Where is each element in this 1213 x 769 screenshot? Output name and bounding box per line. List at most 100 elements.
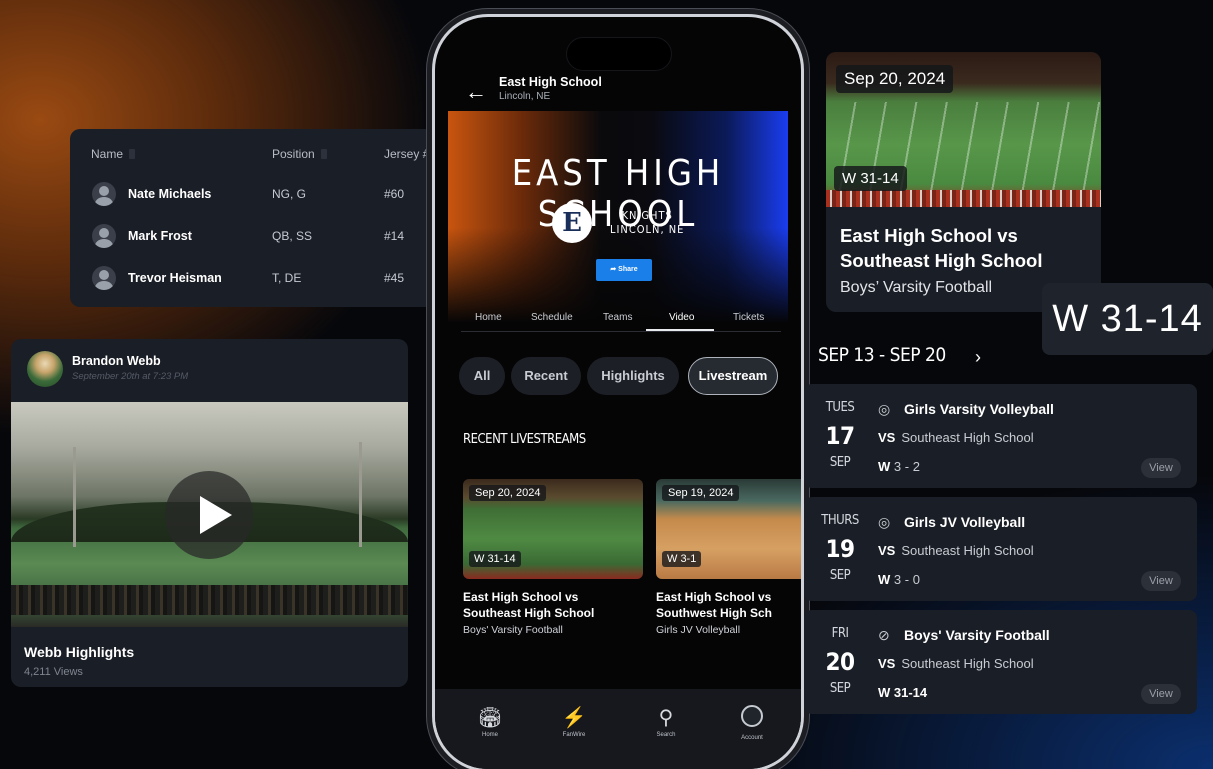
game-day: 17	[825, 422, 855, 450]
table-row[interactable]: Nate Michaels NG, G #60	[70, 175, 450, 217]
crowd	[11, 585, 408, 615]
avatar	[92, 266, 116, 290]
filter-livestream[interactable]: Livestream	[688, 357, 778, 395]
binoculars-icon: ⚲	[658, 707, 674, 729]
column-header-jersey[interactable]: Jersey #	[384, 147, 429, 161]
game-weekday: FRI	[831, 626, 849, 641]
dynamic-island	[566, 37, 672, 71]
football-icon: ⊘	[878, 627, 890, 643]
roster-table: Name Position Jersey # Nate Michaels NG,…	[70, 129, 450, 307]
game-title: Girls JV Volleyball	[904, 514, 1026, 530]
player-name: Mark Frost	[128, 229, 192, 243]
tab-schedule[interactable]: Schedule	[531, 312, 573, 323]
school-tabs: Home Schedule Teams Video Tickets	[461, 312, 781, 332]
player-position: T, DE	[272, 271, 302, 285]
play-icon[interactable]	[165, 471, 253, 559]
mascot-label: KNIGHTS LINCOLN, NE	[610, 209, 685, 236]
light-pole	[73, 447, 76, 547]
table-row[interactable]: Mark Frost QB, SS #14	[70, 217, 450, 259]
avatar	[92, 224, 116, 248]
livestream-thumbnail: Sep 20, 2024 W 31-14	[463, 479, 643, 579]
player-jersey: #45	[384, 271, 405, 285]
date-range: SEP 13 - SEP 20	[818, 344, 946, 366]
livestream-score: W 31-14	[469, 551, 521, 567]
tab-video[interactable]: Video	[669, 312, 694, 323]
section-title: RECENT LIVESTREAMS	[463, 432, 586, 447]
livestream-title: East High School vs Southeast High Schoo…	[463, 590, 595, 620]
game-day: 20	[825, 648, 855, 676]
featured-title: East High School vs Southeast High Schoo…	[840, 225, 1043, 271]
game-result: W 31-14	[878, 685, 928, 700]
view-button[interactable]: View	[1141, 684, 1181, 704]
nav-search[interactable]: ⚲ Search	[641, 705, 691, 738]
livestream-card[interactable]: Sep 19, 2024 W 3-1 East High School vs S…	[656, 479, 801, 636]
school-name: East High School	[499, 75, 602, 89]
account-icon	[741, 705, 763, 727]
volleyball-icon: ◎	[878, 401, 891, 417]
featured-game-card[interactable]: Sep 20, 2024 W 31-14 East High School vs…	[826, 52, 1101, 312]
game-month: SEP	[829, 455, 851, 470]
player-jersey: #60	[384, 187, 405, 201]
view-button[interactable]: View	[1141, 458, 1181, 478]
tab-tickets[interactable]: Tickets	[733, 312, 764, 323]
post-title[interactable]: Webb Highlights	[24, 644, 134, 660]
active-tab-indicator	[646, 329, 714, 331]
post-author[interactable]: Brandon Webb	[72, 354, 161, 368]
game-opponent: VS Southeast High School	[878, 430, 1034, 445]
game-title: Boys' Varsity Football	[904, 627, 1050, 643]
bottom-nav: 🏟 Home ⚡ FanWire ⚲ Search Account	[435, 689, 801, 769]
filter-recent[interactable]: Recent	[511, 357, 581, 395]
sort-icon	[129, 149, 136, 159]
school-banner: EAST HIGH SCHOOL E KNIGHTS LINCOLN, NE ➦…	[448, 111, 788, 323]
sort-icon	[320, 149, 327, 159]
tab-home[interactable]: Home	[475, 312, 502, 323]
schedule-game[interactable]: FRI 20 SEP ⊘ Boys' Varsity Football VS So…	[804, 610, 1197, 714]
avatar[interactable]	[27, 351, 63, 387]
stadium-icon: 🏟	[477, 707, 503, 729]
nav-account[interactable]: Account	[727, 705, 777, 741]
back-arrow-icon[interactable]: ←	[465, 79, 487, 105]
view-button[interactable]: View	[1141, 571, 1181, 591]
column-header-position[interactable]: Position	[272, 147, 327, 161]
tab-teams[interactable]: Teams	[603, 312, 632, 323]
view-count: 4,211 Views	[24, 666, 83, 678]
game-result: W 3 - 0	[878, 572, 920, 587]
livestream-card[interactable]: Sep 20, 2024 W 31-14 East High School vs…	[463, 479, 643, 636]
livestream-thumbnail: Sep 19, 2024 W 3-1	[656, 479, 801, 579]
game-day: 19	[825, 535, 855, 563]
post-date: September 20th at 7:23 PM	[72, 371, 189, 382]
game-month: SEP	[829, 681, 851, 696]
schedule-game[interactable]: THURS 19 SEP ◎ Girls JV Volleyball VS Sou…	[804, 497, 1197, 601]
game-title: Girls Varsity Volleyball	[904, 401, 1054, 417]
player-jersey: #14	[384, 229, 405, 243]
schedule-game[interactable]: TUES 17 SEP ◎ Girls Varsity Volleyball V…	[804, 384, 1197, 488]
chevron-right-icon[interactable]: ›	[975, 347, 981, 368]
game-weekday: THURS	[821, 513, 859, 528]
player-position: NG, G	[272, 187, 307, 201]
avatar	[92, 182, 116, 206]
game-result: W 3 - 2	[878, 459, 920, 474]
share-button[interactable]: ➦ Share	[596, 259, 652, 281]
featured-sport: Boys’ Varsity Football	[840, 279, 993, 296]
table-row[interactable]: Trevor Heisman T, DE #45	[70, 259, 450, 301]
filter-highlights[interactable]: Highlights	[587, 357, 679, 395]
column-header-name[interactable]: Name	[91, 147, 136, 161]
nav-fanwire[interactable]: ⚡ FanWire	[549, 705, 599, 738]
game-opponent: VS Southeast High School	[878, 656, 1034, 671]
score-badge: W 31-14	[1042, 283, 1213, 355]
livestream-date: Sep 19, 2024	[662, 485, 740, 501]
filter-all[interactable]: All	[459, 357, 505, 395]
player-name: Trevor Heisman	[128, 271, 222, 285]
livestream-sport: Boys' Varsity Football	[463, 624, 563, 636]
game-month: SEP	[829, 568, 851, 583]
featured-date: Sep 20, 2024	[836, 65, 954, 93]
livestream-sport: Girls JV Volleyball	[656, 624, 741, 636]
volleyball-icon: ◎	[878, 514, 891, 530]
player-name: Nate Michaels	[128, 187, 212, 201]
nav-home[interactable]: 🏟 Home	[465, 705, 515, 738]
featured-score: W 31-14	[834, 166, 907, 191]
school-location: Lincoln, NE	[499, 91, 551, 102]
player-position: QB, SS	[272, 229, 313, 243]
fanwire-icon: ⚡	[561, 707, 587, 729]
livestream-title: East High School vs Southwest High Sch	[656, 590, 773, 620]
